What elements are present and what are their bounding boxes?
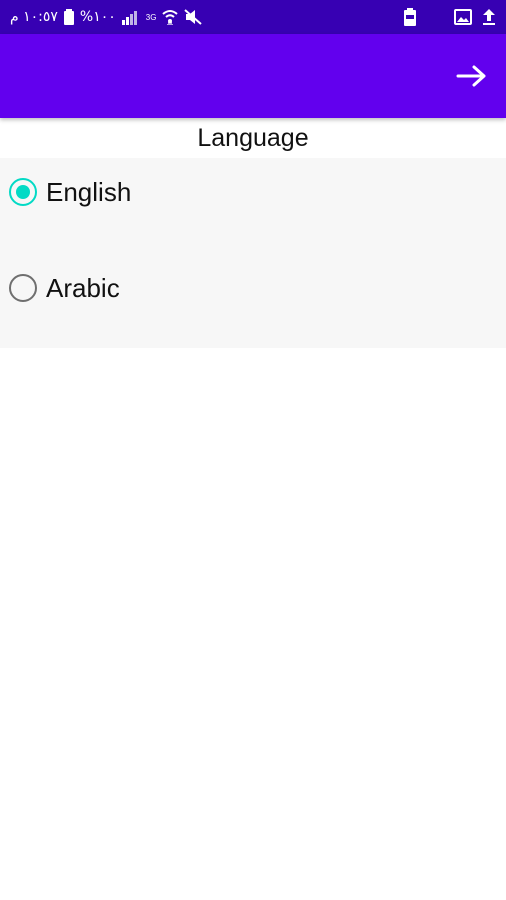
battery-icon xyxy=(63,9,74,25)
battery-percent: %١٠٠ xyxy=(79,9,116,25)
signal-icon xyxy=(121,9,140,25)
status-right-group xyxy=(404,8,496,26)
arrow-right-icon xyxy=(456,65,486,87)
wifi-icon xyxy=(162,9,179,25)
upload-icon xyxy=(482,8,496,26)
option-label: Arabic xyxy=(46,272,120,303)
status-left-group: ١٠:٥٧ م %١٠٠ 3G xyxy=(10,9,203,25)
app-bar xyxy=(0,34,506,118)
muted-speaker-icon xyxy=(184,9,203,25)
language-option-english[interactable]: English xyxy=(0,158,506,226)
language-radio-group: English Arabic xyxy=(0,158,506,348)
battery-saver-icon xyxy=(404,8,416,26)
option-label: English xyxy=(46,176,132,207)
radio-button-unchecked-icon[interactable] xyxy=(9,274,37,302)
language-option-arabic[interactable]: Arabic xyxy=(0,254,506,322)
radio-button-checked-icon[interactable] xyxy=(9,178,37,206)
network-type-label: 3G xyxy=(146,13,157,22)
network-type-text: 3G xyxy=(145,13,157,22)
page-title: Language xyxy=(197,123,309,152)
status-bar: ١٠:٥٧ م %١٠٠ 3G xyxy=(0,0,506,34)
gallery-icon xyxy=(454,9,472,25)
status-time: ١٠:٥٧ م xyxy=(10,9,58,25)
back-button[interactable] xyxy=(452,56,492,96)
